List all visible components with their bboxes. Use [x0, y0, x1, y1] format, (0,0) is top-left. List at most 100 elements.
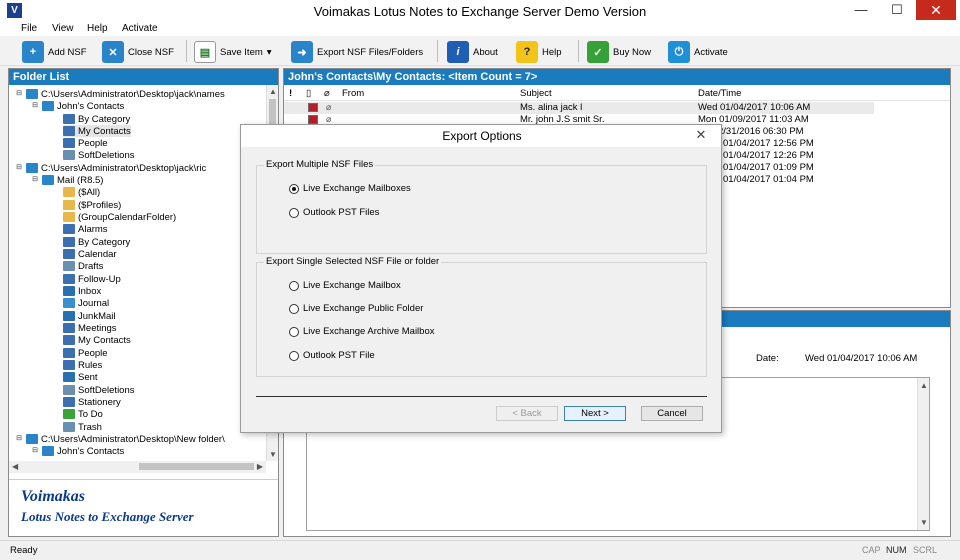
- collapse-icon[interactable]: ⊟: [15, 435, 23, 443]
- tree-node-folder[interactable]: My Contacts: [63, 334, 131, 346]
- scroll-up-icon[interactable]: ▲: [269, 87, 277, 96]
- power-icon: ⏻: [668, 41, 690, 63]
- caps-indicator: CAP: [862, 545, 881, 555]
- radio-icon[interactable]: [289, 326, 299, 337]
- tree-node-folder[interactable]: Drafts: [63, 260, 103, 272]
- contacts-icon: [63, 335, 75, 345]
- tree-node-folder[interactable]: ⊟ John's Contacts: [31, 445, 124, 457]
- document-icon[interactable]: ▯: [306, 88, 311, 99]
- column-subject[interactable]: Subject: [520, 88, 552, 99]
- close-nsf-button[interactable]: ✕ Close NSF: [102, 39, 174, 65]
- people-icon: [63, 348, 75, 358]
- tree-node-folder[interactable]: ⊟ Mail (R8.5): [31, 174, 103, 186]
- trash-icon: [63, 385, 75, 395]
- tree-node-folder[interactable]: By Category: [63, 236, 130, 248]
- save-item-button[interactable]: ▤ Save Item ▾: [194, 39, 272, 65]
- collapse-icon[interactable]: ⊟: [31, 447, 39, 455]
- column-from[interactable]: From: [342, 88, 364, 99]
- preview-scrollbar[interactable]: ▲ ▼: [917, 378, 929, 530]
- tree-node-folder[interactable]: SoftDeletions: [63, 149, 135, 161]
- radio-live-exchange-mailbox[interactable]: Live Exchange Mailbox: [289, 280, 401, 291]
- radio-live-exchange-archive-mailbox[interactable]: Live Exchange Archive Mailbox: [289, 326, 435, 337]
- activate-button[interactable]: ⏻ Activate: [668, 39, 728, 65]
- tree-node-folder[interactable]: JunkMail: [63, 310, 116, 322]
- cancel-button[interactable]: Cancel: [641, 406, 703, 421]
- column-date[interactable]: Date/Time: [698, 88, 741, 99]
- tree-node-folder[interactable]: To Do: [63, 408, 103, 420]
- table-row[interactable]: ⌀ Ms. alina jack l Wed 01/04/2017 10:06 …: [284, 102, 874, 114]
- menu-view[interactable]: View: [52, 23, 74, 34]
- tree-node-folder[interactable]: By Category: [63, 113, 130, 125]
- column-importance[interactable]: !: [289, 88, 292, 99]
- scroll-up-icon[interactable]: ▲: [920, 381, 928, 390]
- tree-node-nsf-file[interactable]: ⊟ C:\Users\Administrator\Desktop\jack\nam…: [15, 88, 225, 100]
- tree-node-folder[interactable]: ⊟ John's Contacts: [31, 100, 124, 112]
- export-nsf-button[interactable]: ➜ Export NSF Files/Folders: [291, 39, 423, 65]
- close-window-button[interactable]: ✕: [916, 0, 956, 20]
- minimize-button[interactable]: —: [844, 0, 878, 20]
- remove-users-icon: ✕: [102, 41, 124, 63]
- alarm-icon: [63, 224, 75, 234]
- radio-live-exchange-mailboxes[interactable]: Live Exchange Mailboxes: [289, 183, 411, 194]
- radio-icon[interactable]: [289, 207, 299, 218]
- dialog-close-button[interactable]: ✕: [687, 127, 715, 143]
- collapse-icon[interactable]: ⊟: [15, 90, 23, 98]
- back-button[interactable]: < Back: [496, 406, 558, 421]
- radio-outlook-pst-file[interactable]: Outlook PST File: [289, 350, 375, 361]
- toolbar: + Add NSF ✕ Close NSF ▤ Save Item ▾ ➜ Ex…: [0, 36, 960, 66]
- radio-icon[interactable]: [289, 280, 299, 291]
- tree-node-folder[interactable]: SoftDeletions: [63, 384, 135, 396]
- tree-node-folder[interactable]: Stationery: [63, 396, 121, 408]
- tree-node-folder[interactable]: Inbox: [63, 285, 101, 297]
- scroll-right-icon[interactable]: ▶: [257, 462, 263, 471]
- tree-node-folder[interactable]: Calendar: [63, 248, 117, 260]
- tree-node-folder[interactable]: Alarms: [63, 223, 108, 235]
- tree-node-nsf-file[interactable]: ⊟ C:\Users\Administrator\Desktop\jack\ric: [15, 162, 206, 174]
- buy-now-button[interactable]: ✓ Buy Now: [587, 39, 651, 65]
- scroll-down-icon[interactable]: ▼: [920, 518, 928, 527]
- tree-node-folder[interactable]: People: [63, 137, 108, 149]
- about-button[interactable]: i About: [447, 39, 498, 65]
- radio-selected-icon[interactable]: [289, 183, 299, 194]
- num-indicator: NUM: [886, 545, 907, 555]
- tree-node-folder[interactable]: People: [63, 347, 108, 359]
- radio-outlook-pst-files[interactable]: Outlook PST Files: [289, 207, 379, 218]
- collapse-icon[interactable]: ⊟: [31, 176, 39, 184]
- dropdown-arrow-icon[interactable]: ▾: [267, 47, 272, 58]
- tree-node-folder[interactable]: Rules: [63, 359, 102, 371]
- scroll-left-icon[interactable]: ◀: [12, 462, 18, 471]
- radio-icon[interactable]: [289, 350, 299, 361]
- add-nsf-button[interactable]: + Add NSF: [22, 39, 87, 65]
- next-button[interactable]: Next >: [564, 406, 626, 421]
- tree-node-folder[interactable]: Trash: [63, 421, 102, 433]
- export-nsf-label: Export NSF Files/Folders: [317, 46, 424, 58]
- export-users-icon: ➜: [291, 41, 313, 63]
- menu-help[interactable]: Help: [87, 23, 108, 34]
- collapse-icon[interactable]: ⊟: [15, 164, 23, 172]
- folder-horizontal-scrollbar[interactable]: ◀ ▶: [9, 461, 266, 473]
- tree-node-folder[interactable]: Follow-Up: [63, 273, 121, 285]
- maximize-button[interactable]: ☐: [880, 0, 914, 20]
- menu-activate[interactable]: Activate: [122, 23, 158, 34]
- tree-node-folder[interactable]: (GroupCalendarFolder): [63, 211, 176, 223]
- scroll-down-icon[interactable]: ▼: [269, 450, 277, 459]
- tree-node-folder[interactable]: ($All): [63, 186, 100, 198]
- radio-live-exchange-public-folder[interactable]: Live Exchange Public Folder: [289, 303, 423, 314]
- help-button[interactable]: ? Help: [516, 39, 562, 65]
- toolbar-divider: [437, 40, 438, 62]
- tree-node-nsf-file[interactable]: ⊟ C:\Users\Administrator\Desktop\New fold…: [15, 433, 225, 445]
- attachment-icon[interactable]: ⌀: [324, 88, 330, 99]
- menu-file[interactable]: File: [21, 23, 37, 34]
- dialog-divider: [256, 396, 707, 397]
- radio-icon[interactable]: [289, 303, 299, 314]
- save-item-label: Save Item: [220, 46, 263, 58]
- tree-node-folder[interactable]: Journal: [63, 297, 109, 309]
- scroll-thumb[interactable]: [139, 463, 254, 470]
- folder-icon: [63, 200, 75, 210]
- tree-node-folder[interactable]: Sent: [63, 371, 98, 383]
- collapse-icon[interactable]: ⊟: [31, 102, 39, 110]
- tree-node-folder-selected[interactable]: My Contacts: [63, 125, 131, 137]
- tree-node-folder[interactable]: Meetings: [63, 322, 117, 334]
- tree-node-folder[interactable]: ($Profiles): [63, 199, 121, 211]
- info-icon: i: [447, 41, 469, 63]
